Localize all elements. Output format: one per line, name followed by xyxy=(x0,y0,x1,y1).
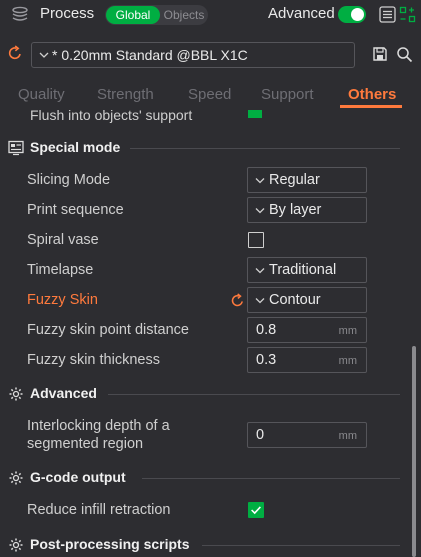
fuzzy-thickness-input[interactable]: 0.3 mm xyxy=(247,347,367,373)
section-divider xyxy=(202,545,400,546)
section-divider xyxy=(130,148,400,149)
timelapse-label: Timelapse xyxy=(27,262,94,278)
print-sequence-label: Print sequence xyxy=(27,202,124,218)
tab-strength[interactable]: Strength xyxy=(97,86,154,103)
unit-label: mm xyxy=(338,355,357,367)
checkmark-icon xyxy=(251,506,261,515)
special-mode-icon xyxy=(8,140,24,156)
fuzzy-skin-reset-icon[interactable] xyxy=(230,293,245,308)
fuzzy-thickness-label: Fuzzy skin thickness xyxy=(27,352,160,368)
section-divider xyxy=(108,394,400,395)
section-divider xyxy=(142,478,400,479)
fuzzy-point-distance-input[interactable]: 0.8 mm xyxy=(247,317,367,343)
interlocking-depth-label: Interlocking depth of a xyxy=(27,418,170,434)
settings-panel: Flush into objects' support Special mode… xyxy=(0,108,406,557)
preset-name: * 0.20mm Standard @BBL X1C xyxy=(52,47,248,63)
gear-icon xyxy=(9,538,23,552)
spiral-vase-label: Spiral vase xyxy=(27,232,99,248)
objects-button[interactable]: Objects xyxy=(161,6,207,24)
gear-icon xyxy=(9,387,23,401)
chevron-down-icon xyxy=(255,268,265,274)
reduce-infill-retraction-checkbox[interactable] xyxy=(248,502,264,518)
advanced-label: Advanced xyxy=(268,5,335,22)
advanced-toggle[interactable] xyxy=(338,6,366,23)
section-gcode-output: G-code output xyxy=(30,469,126,485)
global-objects-switch[interactable]: Global Objects xyxy=(105,5,208,25)
tab-speed[interactable]: Speed xyxy=(188,86,231,103)
process-layers-icon xyxy=(12,6,28,21)
process-title: Process xyxy=(40,5,95,22)
chevron-down-icon xyxy=(255,298,265,304)
fuzzy-skin-label: Fuzzy Skin xyxy=(27,292,98,308)
fuzzy-skin-select[interactable]: Contour xyxy=(247,287,367,313)
chevron-down-icon xyxy=(255,208,265,214)
timelapse-value: Traditional xyxy=(269,262,337,278)
global-button[interactable]: Global xyxy=(106,6,160,24)
reset-icon[interactable] xyxy=(7,45,23,61)
save-icon[interactable] xyxy=(372,46,388,62)
preset-selector[interactable]: * 0.20mm Standard @BBL X1C xyxy=(31,42,355,68)
compare-icon[interactable] xyxy=(399,6,416,23)
interlocking-depth-label-2: segmented region xyxy=(27,436,144,452)
tab-quality[interactable]: Quality xyxy=(18,86,65,103)
flush-support-checkbox[interactable] xyxy=(248,110,262,118)
slicing-mode-select[interactable]: Regular xyxy=(247,167,367,193)
chevron-down-icon xyxy=(255,178,265,184)
print-sequence-value: By layer xyxy=(269,202,322,218)
section-special-mode: Special mode xyxy=(30,139,121,155)
slicing-mode-label: Slicing Mode xyxy=(27,172,111,188)
interlocking-depth-value: 0 xyxy=(256,427,265,443)
tab-others[interactable]: Others xyxy=(348,86,396,103)
fuzzy-point-distance-value: 0.8 xyxy=(256,322,277,338)
unit-label: mm xyxy=(338,430,357,442)
chevron-down-icon xyxy=(39,52,49,58)
fuzzy-thickness-value: 0.3 xyxy=(256,352,277,368)
flush-support-label: Flush into objects' support xyxy=(30,108,193,123)
tab-support[interactable]: Support xyxy=(261,86,314,103)
print-sequence-select[interactable]: By layer xyxy=(247,197,367,223)
unit-label: mm xyxy=(338,325,357,337)
spiral-vase-checkbox[interactable] xyxy=(248,232,264,248)
timelapse-select[interactable]: Traditional xyxy=(247,257,367,283)
fuzzy-point-distance-label: Fuzzy skin point distance xyxy=(27,322,189,338)
section-post-processing: Post-processing scripts xyxy=(30,536,190,552)
slicing-mode-value: Regular xyxy=(269,172,320,188)
search-icon[interactable] xyxy=(396,46,413,63)
gear-icon xyxy=(9,471,23,485)
section-advanced: Advanced xyxy=(30,385,97,401)
list-view-icon[interactable] xyxy=(379,6,396,23)
process-header: Process Global Objects Advanced xyxy=(0,0,421,30)
fuzzy-skin-value: Contour xyxy=(269,292,321,308)
interlocking-depth-input[interactable]: 0 mm xyxy=(247,422,367,448)
scrollbar-thumb[interactable] xyxy=(412,346,416,557)
reduce-infill-retraction-label: Reduce infill retraction xyxy=(27,502,171,518)
